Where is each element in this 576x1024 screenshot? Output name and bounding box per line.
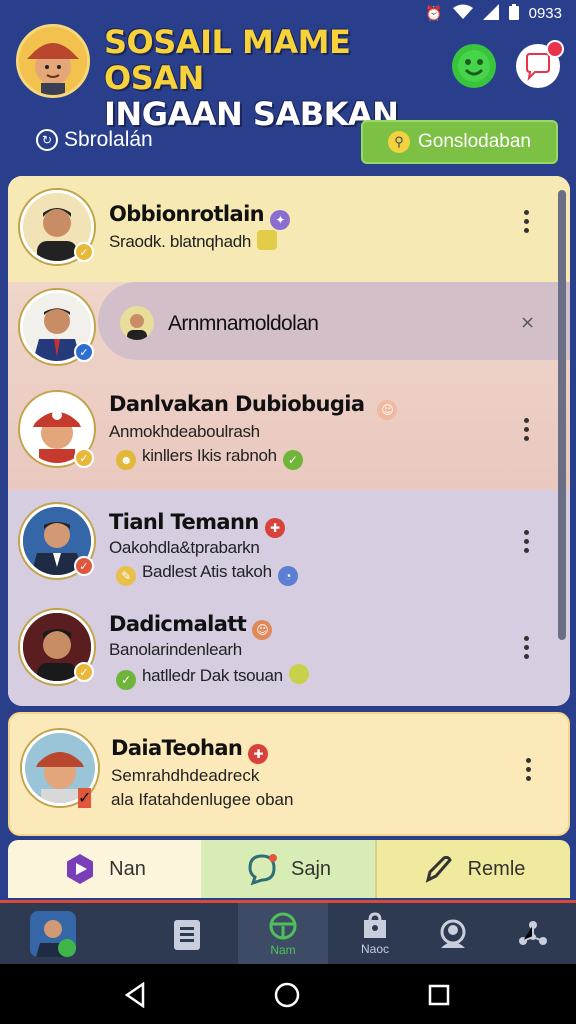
contact-name: Dadicmalatt ☺ <box>109 612 273 640</box>
mini-avatar <box>120 306 154 340</box>
note-icon <box>257 230 278 250</box>
list-item[interactable]: ✓ Dadicmalatt ☺ Banolarindenlearh ✓ hatlle… <box>8 596 570 702</box>
tab-label: Sajn <box>290 857 332 880</box>
refresh-label: Sbrolalán <box>64 128 153 151</box>
status-badge: ✓ <box>78 788 92 808</box>
more-options-button[interactable] <box>520 210 532 233</box>
tab-sajn[interactable]: Sajn <box>201 840 375 898</box>
steering-icon <box>269 912 297 940</box>
contact-status: Banolarindenlearh <box>109 640 242 659</box>
home-button[interactable] <box>272 980 302 1010</box>
emoji-icon: ✚ <box>248 744 269 764</box>
smile-icon <box>458 50 490 82</box>
segmented-tabs: Nan Sajn Remle <box>8 840 570 898</box>
clipboard-icon <box>174 920 200 950</box>
emoji-icon: ✦ <box>270 210 291 230</box>
status-badge: ✓ <box>74 662 94 682</box>
verified-icon: ✓ <box>74 342 94 362</box>
collapse-icon[interactable]: ⨯ <box>520 312 535 333</box>
note-icon <box>288 664 309 684</box>
leaf-icon: ✓ <box>282 450 303 470</box>
emoji-icon: ☻ <box>116 450 136 470</box>
contact-status-secondary: ✎ Badlest Atis takoh ◔ <box>116 562 298 586</box>
user-circle-icon <box>440 919 466 948</box>
nav-network[interactable] <box>488 903 576 965</box>
profile-avatar[interactable]: ✓ <box>16 24 90 98</box>
contact-name: Danlvakan Dubiobugia ☺ <box>109 392 398 420</box>
search-button[interactable]: ⚲ Gonslodaban <box>361 120 558 164</box>
list-item[interactable]: ✓ Obbionrotlain ✦ Sraodk. blatnqhadh <box>8 176 570 282</box>
status-time: 0933 <box>528 4 562 22</box>
alarm-icon: ⏰ <box>425 5 443 21</box>
system-navigation <box>0 964 576 1024</box>
app-header: ✓ SOSAIL MAME OSAN INGAAN SABKAN <box>0 20 576 132</box>
tab-label: Remle <box>467 857 526 880</box>
emoji-icon: ☺ <box>252 620 273 640</box>
sub-header: ↻ Sbrolalán ⚲ Gonslodaban <box>0 118 576 166</box>
network-icon <box>519 921 547 945</box>
tab-label: Nan <box>109 857 146 880</box>
contact-status: Semrahdhdeadreck <box>111 766 260 785</box>
list-item[interactable]: ✓ Tianl Temann ✚ Oakohdla&tprabarkn ✎ Badl… <box>8 490 570 596</box>
tab-remle[interactable]: Remle <box>375 840 570 898</box>
app-title-line1: SOSAIL MAME OSAN <box>104 23 351 97</box>
messages-button[interactable] <box>516 40 564 88</box>
recents-icon <box>428 984 450 1006</box>
nav-label: Naoc <box>360 942 389 956</box>
app-title: SOSAIL MAME OSAN INGAAN SABKAN <box>104 24 434 132</box>
list-item[interactable]: ✓ Danlvakan Dubiobugia ☺ Anmokhdeaboulra… <box>8 378 570 488</box>
contact-name: Tianl Temann ✚ <box>109 510 285 538</box>
bottom-nav: Nam Naoc <box>0 900 576 965</box>
recents-button[interactable] <box>424 980 454 1010</box>
nav-store[interactable]: Naoc <box>330 903 420 965</box>
pencil-icon <box>422 852 456 886</box>
contact-list: ✓ Obbionrotlain ✦ Sraodk. blatnqhadh ✓ Ar… <box>8 176 570 706</box>
contact-name: DaiaTeohan ✚ <box>111 736 269 764</box>
more-options-button[interactable] <box>520 636 532 659</box>
nav-home[interactable]: Nam <box>238 903 328 965</box>
bag-icon <box>364 912 386 938</box>
more-options-button[interactable] <box>520 530 532 553</box>
list-item[interactable]: ✓ Arnmnamoldolan ⨯ <box>8 282 570 378</box>
emoji-icon: ☺ <box>377 400 398 420</box>
play-icon <box>58 939 76 957</box>
smile-button[interactable] <box>452 44 496 88</box>
chat-icon <box>245 852 279 886</box>
contact-status-secondary: ✓ hatlledr Dak tsouan <box>116 664 309 690</box>
more-options-button[interactable] <box>522 758 534 781</box>
contact-name: Arnmnamoldolan <box>168 312 319 335</box>
list-item[interactable]: ✓ DaiaTeohan ✚ Semrahdhdeadreck ala Ifata… <box>8 712 570 836</box>
contact-status: Oakohdla&tprabarkn <box>109 538 260 557</box>
emoji-icon: ✚ <box>264 518 285 538</box>
nav-profile[interactable] <box>8 903 98 965</box>
contact-status: Sraodk. blatnqhadh <box>109 230 278 252</box>
refresh-icon: ↻ <box>36 129 58 151</box>
emoji-icon: ✎ <box>116 566 136 586</box>
play-icon <box>63 852 97 886</box>
search-label: Gonslodaban <box>417 131 532 152</box>
nav-label: Nam <box>270 943 296 957</box>
refresh-link[interactable]: ↻ Sbrolalán <box>36 128 153 152</box>
nav-profile-alt[interactable] <box>408 903 498 965</box>
scrollbar[interactable] <box>558 190 566 640</box>
notification-badge <box>546 40 564 58</box>
status-badge: ✓ <box>74 242 94 262</box>
more-options-button[interactable] <box>520 418 532 441</box>
emoji-icon: ◔ <box>277 566 298 586</box>
profile-avatar <box>30 911 76 957</box>
back-icon <box>124 982 145 1008</box>
status-badge: ✓ <box>74 556 94 576</box>
contact-status-secondary: ala Ifatahdenlugee oban <box>111 790 294 809</box>
status-badge: ✓ <box>74 448 94 468</box>
home-icon <box>274 982 300 1008</box>
contact-status: Anmokhdeaboulrash <box>109 422 260 441</box>
search-icon: ⚲ <box>387 131 410 153</box>
leaf-icon: ✓ <box>116 670 136 690</box>
contact-name: Obbionrotlain ✦ <box>109 202 291 230</box>
tab-nan[interactable]: Nan <box>8 840 201 898</box>
nav-notes[interactable] <box>142 903 232 965</box>
contact-status-secondary: ☻ kinllers Ikis rabnoh ✓ <box>116 446 303 470</box>
back-button[interactable] <box>120 980 150 1010</box>
